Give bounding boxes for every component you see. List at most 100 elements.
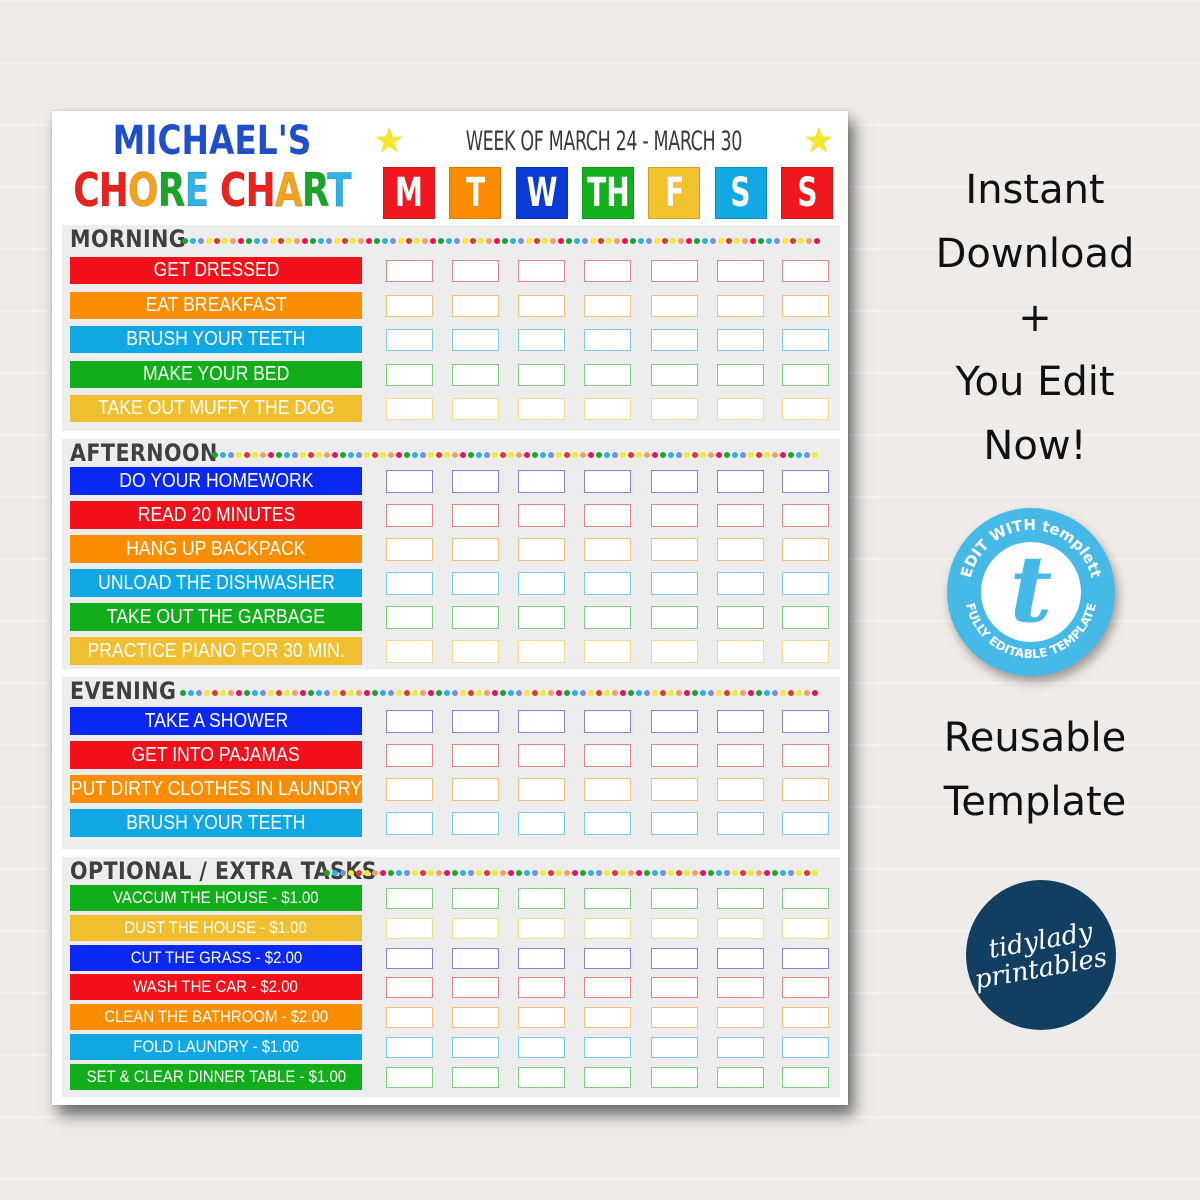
checkbox-wed[interactable] bbox=[518, 888, 565, 909]
checkbox-wed[interactable] bbox=[518, 778, 565, 801]
checkbox-thu[interactable] bbox=[584, 260, 631, 282]
checkbox-sun[interactable] bbox=[782, 710, 829, 733]
checkbox-wed[interactable] bbox=[518, 398, 565, 420]
checkbox-sun[interactable] bbox=[782, 1037, 829, 1058]
checkbox-tue[interactable] bbox=[452, 1066, 499, 1088]
checkbox-sat[interactable] bbox=[717, 888, 764, 909]
checkbox-thu[interactable] bbox=[584, 710, 631, 733]
checkbox-sat[interactable] bbox=[717, 398, 764, 420]
checkbox-fri[interactable] bbox=[651, 888, 698, 909]
checkbox-sun[interactable] bbox=[782, 363, 829, 386]
checkbox-mon[interactable] bbox=[386, 572, 433, 595]
checkbox-wed[interactable] bbox=[518, 538, 565, 561]
checkbox-tue[interactable] bbox=[452, 1037, 499, 1058]
checkbox-wed[interactable] bbox=[518, 917, 565, 939]
checkbox-thu[interactable] bbox=[584, 1007, 631, 1029]
checkbox-tue[interactable] bbox=[452, 888, 499, 909]
checkbox-sun[interactable] bbox=[782, 606, 829, 629]
checkbox-fri[interactable] bbox=[651, 260, 698, 282]
checkbox-sun[interactable] bbox=[782, 1007, 829, 1029]
checkbox-thu[interactable] bbox=[584, 470, 631, 493]
checkbox-sat[interactable] bbox=[717, 917, 764, 939]
checkbox-sat[interactable] bbox=[717, 538, 764, 561]
checkbox-thu[interactable] bbox=[584, 977, 631, 999]
checkbox-fri[interactable] bbox=[651, 294, 698, 317]
checkbox-mon[interactable] bbox=[386, 504, 433, 527]
checkbox-mon[interactable] bbox=[386, 640, 433, 663]
checkbox-mon[interactable] bbox=[386, 710, 433, 733]
checkbox-thu[interactable] bbox=[584, 572, 631, 595]
checkbox-tue[interactable] bbox=[452, 812, 499, 835]
checkbox-sun[interactable] bbox=[782, 640, 829, 663]
checkbox-sat[interactable] bbox=[717, 812, 764, 835]
checkbox-fri[interactable] bbox=[651, 606, 698, 629]
checkbox-mon[interactable] bbox=[386, 470, 433, 493]
checkbox-mon[interactable] bbox=[386, 260, 433, 282]
checkbox-tue[interactable] bbox=[452, 744, 499, 767]
checkbox-tue[interactable] bbox=[452, 1007, 499, 1029]
checkbox-sun[interactable] bbox=[782, 504, 829, 527]
checkbox-tue[interactable] bbox=[452, 710, 499, 733]
checkbox-wed[interactable] bbox=[518, 977, 565, 999]
checkbox-fri[interactable] bbox=[651, 329, 698, 351]
checkbox-fri[interactable] bbox=[651, 398, 698, 420]
checkbox-mon[interactable] bbox=[386, 947, 433, 969]
checkbox-thu[interactable] bbox=[584, 1037, 631, 1058]
checkbox-sun[interactable] bbox=[782, 329, 829, 351]
checkbox-sun[interactable] bbox=[782, 947, 829, 969]
checkbox-fri[interactable] bbox=[651, 1066, 698, 1088]
checkbox-wed[interactable] bbox=[518, 329, 565, 351]
checkbox-wed[interactable] bbox=[518, 363, 565, 386]
checkbox-fri[interactable] bbox=[651, 1007, 698, 1029]
checkbox-tue[interactable] bbox=[452, 640, 499, 663]
checkbox-fri[interactable] bbox=[651, 812, 698, 835]
checkbox-mon[interactable] bbox=[386, 744, 433, 767]
checkbox-wed[interactable] bbox=[518, 294, 565, 317]
checkbox-fri[interactable] bbox=[651, 640, 698, 663]
checkbox-sun[interactable] bbox=[782, 470, 829, 493]
checkbox-sun[interactable] bbox=[782, 744, 829, 767]
checkbox-mon[interactable] bbox=[386, 538, 433, 561]
checkbox-tue[interactable] bbox=[452, 329, 499, 351]
checkbox-fri[interactable] bbox=[651, 504, 698, 527]
checkbox-thu[interactable] bbox=[584, 744, 631, 767]
checkbox-mon[interactable] bbox=[386, 888, 433, 909]
checkbox-wed[interactable] bbox=[518, 572, 565, 595]
checkbox-wed[interactable] bbox=[518, 947, 565, 969]
checkbox-wed[interactable] bbox=[518, 260, 565, 282]
checkbox-thu[interactable] bbox=[584, 1066, 631, 1088]
checkbox-thu[interactable] bbox=[584, 888, 631, 909]
checkbox-tue[interactable] bbox=[452, 977, 499, 999]
checkbox-sat[interactable] bbox=[717, 640, 764, 663]
checkbox-thu[interactable] bbox=[584, 398, 631, 420]
checkbox-mon[interactable] bbox=[386, 1007, 433, 1029]
checkbox-sat[interactable] bbox=[717, 294, 764, 317]
checkbox-tue[interactable] bbox=[452, 572, 499, 595]
checkbox-thu[interactable] bbox=[584, 329, 631, 351]
checkbox-thu[interactable] bbox=[584, 640, 631, 663]
checkbox-mon[interactable] bbox=[386, 812, 433, 835]
checkbox-thu[interactable] bbox=[584, 947, 631, 969]
checkbox-mon[interactable] bbox=[386, 1066, 433, 1088]
checkbox-fri[interactable] bbox=[651, 778, 698, 801]
checkbox-sun[interactable] bbox=[782, 1066, 829, 1088]
checkbox-fri[interactable] bbox=[651, 744, 698, 767]
checkbox-mon[interactable] bbox=[386, 606, 433, 629]
checkbox-sun[interactable] bbox=[782, 294, 829, 317]
checkbox-fri[interactable] bbox=[651, 917, 698, 939]
checkbox-tue[interactable] bbox=[452, 470, 499, 493]
checkbox-tue[interactable] bbox=[452, 538, 499, 561]
checkbox-fri[interactable] bbox=[651, 538, 698, 561]
checkbox-thu[interactable] bbox=[584, 917, 631, 939]
checkbox-mon[interactable] bbox=[386, 778, 433, 801]
checkbox-fri[interactable] bbox=[651, 977, 698, 999]
checkbox-mon[interactable] bbox=[386, 917, 433, 939]
checkbox-sun[interactable] bbox=[782, 260, 829, 282]
checkbox-tue[interactable] bbox=[452, 294, 499, 317]
checkbox-mon[interactable] bbox=[386, 363, 433, 386]
checkbox-mon[interactable] bbox=[386, 398, 433, 420]
checkbox-sat[interactable] bbox=[717, 606, 764, 629]
checkbox-sat[interactable] bbox=[717, 744, 764, 767]
checkbox-sat[interactable] bbox=[717, 977, 764, 999]
checkbox-sun[interactable] bbox=[782, 917, 829, 939]
